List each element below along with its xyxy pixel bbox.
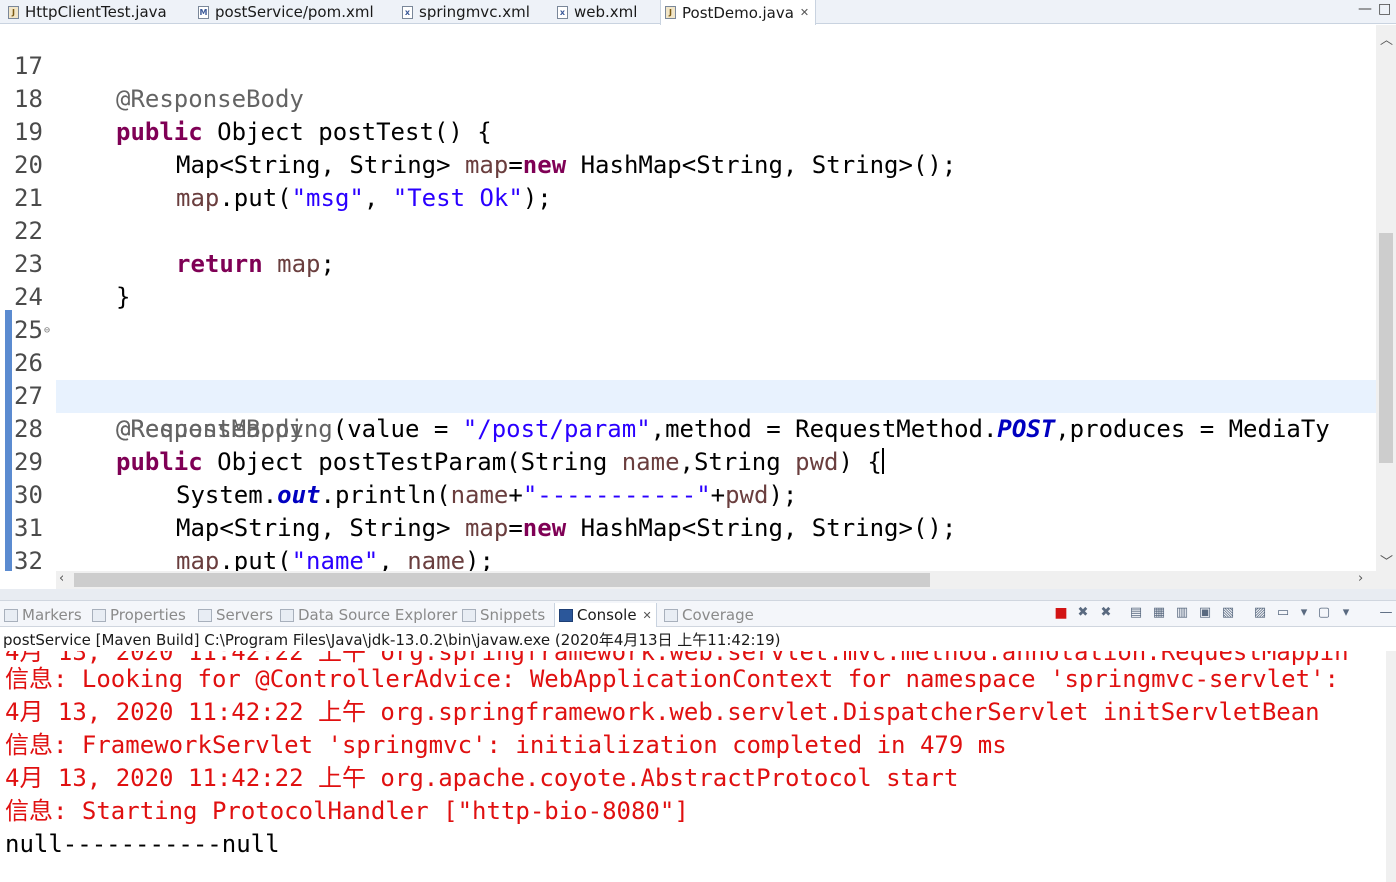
tab-label: postService/pom.xml [215, 3, 374, 21]
data-source-icon [280, 608, 294, 622]
editor-vertical-scrollbar[interactable]: ︿ ﹀ [1376, 25, 1396, 571]
code-line-20: 20 map.put("msg", "Test Ok"); [0, 116, 1376, 212]
code-line-29: 29 System.out.println(name+"-----------"… [0, 413, 1376, 509]
code-line-25: 25 [0, 281, 1376, 344]
remove-all-terminated-icon[interactable]: ✖ [1098, 605, 1114, 621]
tab-snippets[interactable]: Snippets [462, 605, 545, 625]
tab-pom-xml[interactable]: M postService/pom.xml [194, 0, 374, 24]
word-wrap-icon[interactable]: ▥ [1174, 605, 1190, 621]
code-line-27: 27 @ResponseBody [0, 347, 1376, 443]
tab-label: HttpClientTest.java [25, 3, 167, 21]
tab-label: Markers [22, 606, 82, 624]
coverage-icon [664, 608, 678, 622]
scroll-thumb[interactable] [74, 573, 930, 587]
tab-label: Console [577, 606, 637, 624]
show-on-stdout-icon[interactable]: ▣ [1197, 605, 1213, 621]
code-line-31: 31 map.put("name", name); [0, 479, 1376, 571]
tab-data-source-explorer[interactable]: Data Source Explorer [280, 605, 457, 625]
editor-tab-bar: J HttpClientTest.java M postService/pom.… [0, 0, 1396, 25]
console-line: null-----------null [5, 830, 280, 858]
code-line-22: 22 return map; [0, 182, 1376, 278]
display-console-icon[interactable]: ▭ [1275, 605, 1291, 621]
tab-postdemo-java[interactable]: J PostDemo.java ✕ [660, 0, 816, 25]
tab-label: Properties [110, 606, 186, 624]
scroll-lock-icon[interactable]: ▦ [1151, 605, 1167, 621]
tab-label: web.xml [574, 3, 638, 21]
scroll-right-icon[interactable]: › [1358, 571, 1363, 586]
xml-file-icon: x [402, 5, 413, 19]
code-line-26: 26 ⊖ @RequestMapping(value = "/post/para… [0, 314, 1376, 443]
maven-pom-icon: M [198, 5, 209, 19]
markers-icon [4, 608, 18, 622]
scroll-thumb[interactable] [1379, 233, 1393, 463]
properties-icon [92, 608, 106, 622]
console-process-description: postService [Maven Build] C:\Program Fil… [3, 629, 1396, 651]
code-line-23: 23 } [0, 215, 1376, 311]
tab-coverage[interactable]: Coverage [664, 605, 754, 625]
pin-console-icon[interactable]: ▨ [1252, 605, 1268, 621]
code-editor[interactable]: 17 @ResponseBody 18 public Object postTe… [0, 25, 1376, 571]
code-line-33: 33 return map; [0, 545, 1376, 571]
fold-collapse-icon[interactable]: ⊖ [44, 314, 50, 347]
console-icon [559, 608, 573, 622]
tab-label: PostDemo.java [682, 3, 794, 22]
code-line-24: 24 [0, 248, 1376, 311]
code-line-19: 19 Map<String, String> map=new HashMap<S… [0, 83, 1376, 179]
tab-label: Data Source Explorer [298, 606, 458, 624]
line-number: 27 [14, 382, 43, 410]
view-separator [0, 589, 1396, 601]
remove-launch-icon[interactable]: ✖ [1075, 605, 1091, 621]
console-output[interactable]: 4月 13, 2020 11:42:22 上午 org.springframew… [0, 630, 1396, 882]
open-console-icon[interactable]: ▢ [1316, 605, 1332, 621]
minimize-icon[interactable]: — [1358, 1, 1372, 17]
tab-label: Snippets [480, 606, 546, 624]
tab-httpclienttest[interactable]: J HttpClientTest.java [4, 0, 167, 24]
code-line-30: 30 Map<String, String> map=new HashMap<S… [0, 446, 1376, 542]
tab-label: springmvc.xml [419, 3, 530, 21]
minimize-view-icon[interactable]: — [1378, 605, 1394, 621]
close-icon[interactable]: ✕ [643, 609, 652, 622]
scroll-down-icon[interactable]: ﹀ [1380, 551, 1393, 570]
console-line: 信息: Looking for @ControllerAdvice: WebAp… [5, 665, 1339, 693]
tab-console[interactable]: Console ✕ [554, 603, 657, 627]
chevron-down-icon[interactable]: ▾ [1338, 605, 1354, 621]
close-icon[interactable]: ✕ [800, 6, 809, 19]
terminate-icon[interactable]: ■ [1053, 605, 1069, 621]
tab-label: Coverage [682, 606, 754, 624]
console-line: 4月 13, 2020 11:42:22 上午 org.apache.coyot… [5, 764, 959, 792]
snippets-icon [462, 608, 476, 622]
code-line-32: 32 map.put("pwd", pwd); [0, 512, 1376, 571]
servers-icon [198, 608, 212, 622]
code-line-17: 17 @ResponseBody [0, 25, 1376, 113]
tab-properties[interactable]: Properties [92, 605, 186, 625]
clear-console-icon[interactable]: ▤ [1128, 605, 1144, 621]
tab-markers[interactable]: Markers [4, 605, 82, 625]
tab-springmvc-xml[interactable]: x springmvc.xml [398, 0, 530, 24]
code-line-21: 21 [0, 149, 1376, 212]
xml-file-icon: x [557, 5, 568, 19]
java-file-icon: J [665, 6, 676, 19]
console-line: 信息: FrameworkServlet 'springmvc': initia… [5, 731, 1007, 759]
console-line: 信息: Starting ProtocolHandler ["http-bio-… [5, 797, 689, 825]
scroll-left-icon[interactable]: ‹ [59, 571, 64, 586]
tab-web-xml[interactable]: x web.xml [553, 0, 637, 24]
console-vertical-scrollbar[interactable] [1386, 651, 1396, 882]
tab-servers[interactable]: Servers [198, 605, 273, 625]
code-line-18: 18 public Object postTest() { [0, 50, 1376, 146]
tab-label: Servers [216, 606, 274, 624]
show-on-stderr-icon[interactable]: ▧ [1220, 605, 1236, 621]
console-line: 4月 13, 2020 11:42:22 上午 org.springframew… [5, 698, 1320, 726]
java-file-icon: J [8, 5, 19, 19]
editor-horizontal-scrollbar[interactable]: ‹ › [56, 571, 1376, 589]
maximize-icon[interactable]: □ [1378, 1, 1391, 17]
scroll-up-icon[interactable]: ︿ [1380, 29, 1393, 48]
code-line-28-current: 28 public Object postTestParam(String na… [14, 380, 1376, 476]
chevron-down-icon[interactable]: ▾ [1296, 605, 1312, 621]
scrollbar-corner [1376, 571, 1396, 589]
